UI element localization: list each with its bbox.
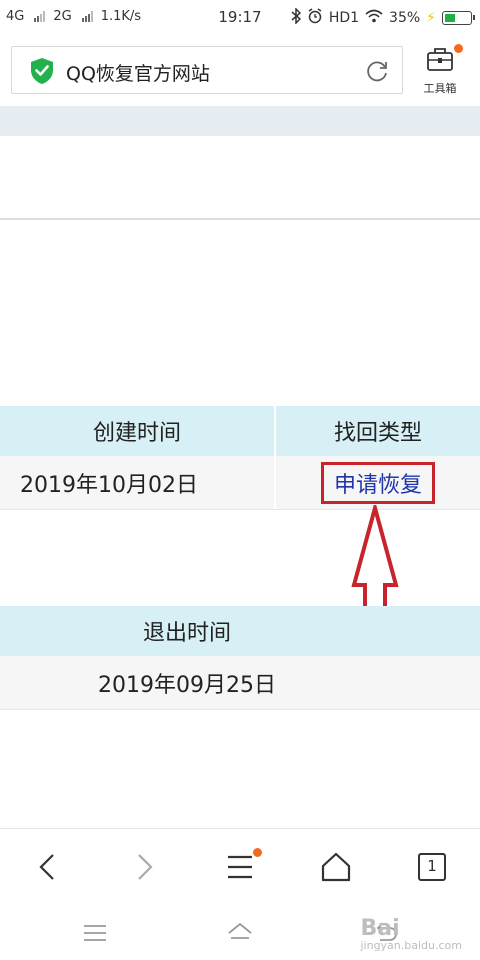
notification-dot [454, 44, 463, 53]
logout-info-table: 退出时间 2019年09月25日 [0, 606, 480, 710]
page-header-band [0, 106, 480, 136]
battery-icon [442, 11, 475, 25]
status-bar: 4G 2G 1.1K/s 19:17 HD1 35% ⚡ [0, 0, 480, 34]
alarm-icon [307, 8, 323, 28]
system-home-icon[interactable] [225, 920, 255, 946]
logout-date: 2019年09月25日 [98, 672, 276, 698]
apply-recovery-link[interactable]: 申请恢复 [334, 473, 422, 498]
toolbox-button[interactable]: 工具箱 [414, 42, 466, 98]
system-nav-bar: Bai jingyan.baidu.com [0, 906, 480, 960]
bluetooth-icon [291, 7, 301, 28]
divider [0, 218, 480, 220]
header-logout-time: 退出时间 [142, 621, 231, 646]
header-created-time: 创建时间 [0, 406, 276, 456]
toolbox-icon [426, 46, 454, 76]
wifi-icon [365, 9, 383, 27]
address-bar[interactable]: QQ恢复官方网站 [11, 46, 403, 94]
table-header-row: 退出时间 [0, 606, 480, 656]
created-date: 2019年10月02日 [0, 456, 276, 509]
baidu-watermark: Bai jingyan.baidu.com [360, 916, 462, 952]
header-recovery-type: 找回类型 [333, 421, 422, 446]
battery-percent: 35% [389, 10, 421, 26]
hd-label: HD1 [328, 10, 360, 26]
back-icon[interactable] [28, 847, 68, 887]
table-row: 2019年09月25日 [0, 656, 480, 710]
notification-dot [253, 848, 262, 857]
watermark-subtext: jingyan.baidu.com [360, 939, 462, 952]
table-row: 2019年10月02日 申请恢复 [0, 456, 480, 510]
browser-bottom-bar: 1 [0, 828, 480, 906]
browser-toolbar: QQ恢复官方网站 工具箱 [0, 34, 480, 106]
reload-icon[interactable] [364, 58, 390, 84]
shield-check-icon [30, 57, 54, 85]
tab-count: 1 [427, 857, 437, 875]
tabs-button[interactable]: 1 [412, 847, 452, 887]
charging-icon: ⚡ [426, 10, 436, 26]
recent-apps-icon[interactable] [80, 920, 110, 946]
page-title: QQ恢复官方网站 [66, 63, 210, 85]
forward-icon[interactable] [124, 847, 164, 887]
account-info-table: 创建时间 找回类型 2019年10月02日 申请恢复 [0, 406, 480, 510]
toolbox-label: 工具箱 [423, 82, 457, 95]
table-header-row: 创建时间 找回类型 [0, 406, 480, 456]
home-icon[interactable] [316, 847, 356, 887]
highlight-box: 申请恢复 [320, 461, 435, 504]
